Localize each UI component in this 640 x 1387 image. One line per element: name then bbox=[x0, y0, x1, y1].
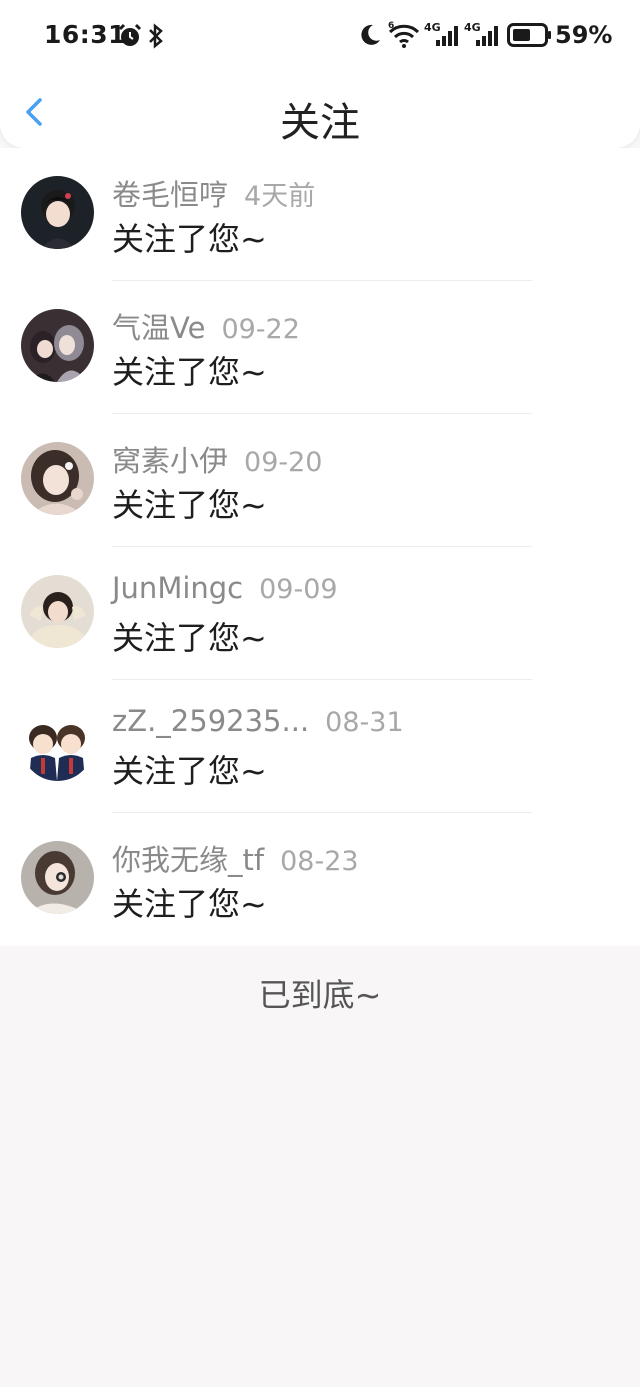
signal-4g-icon: 4G bbox=[424, 21, 458, 46]
list-item[interactable]: JunMingc 09-09 关注了您~ bbox=[0, 547, 640, 680]
notification-list: 卷毛恒哼 4天前 关注了您~ 气温Ve 09-22 关注了您~ 窝素小伊 09-… bbox=[0, 148, 640, 946]
battery-percent: 59% bbox=[555, 21, 613, 49]
avatar[interactable] bbox=[21, 575, 94, 648]
avatar[interactable] bbox=[21, 309, 94, 382]
list-item[interactable]: 窝素小伊 09-20 关注了您~ bbox=[0, 414, 640, 547]
list-item[interactable]: 你我无缘_tf 08-23 关注了您~ bbox=[0, 813, 640, 946]
timestamp: 08-31 bbox=[325, 707, 404, 738]
timestamp: 09-09 bbox=[259, 574, 338, 605]
wifi-label: 6 bbox=[388, 21, 394, 31]
list-item[interactable]: zZ._259235... 08-31 关注了您~ bbox=[0, 680, 640, 813]
timestamp: 4天前 bbox=[244, 181, 316, 212]
username[interactable]: 窝素小伊 bbox=[112, 444, 228, 478]
top-nav-bar: 关注 bbox=[0, 70, 640, 148]
signal-4g-icon: 4G bbox=[464, 21, 498, 46]
signal-label: 4G bbox=[424, 21, 441, 34]
end-of-list-text: 已到底~ bbox=[258, 976, 382, 1014]
status-bar: 16:31 6 4G 4G 59% bbox=[0, 0, 640, 70]
notification-message: 关注了您~ bbox=[112, 353, 267, 391]
wifi-icon: 6 bbox=[388, 21, 420, 48]
notification-message: 关注了您~ bbox=[112, 220, 267, 258]
avatar[interactable] bbox=[21, 708, 94, 781]
notification-message: 关注了您~ bbox=[112, 486, 267, 524]
notification-message: 关注了您~ bbox=[112, 752, 267, 790]
username[interactable]: zZ._259235... bbox=[112, 704, 309, 738]
notifications-page: 16:31 6 4G 4G 59% 关注 卷毛恒哼 4天前 关注了您~ 气温Ve… bbox=[0, 0, 640, 1387]
notification-message: 关注了您~ bbox=[112, 885, 267, 923]
avatar[interactable] bbox=[21, 176, 94, 249]
avatar[interactable] bbox=[21, 442, 94, 515]
page-title: 关注 bbox=[280, 100, 360, 146]
username[interactable]: 卷毛恒哼 bbox=[112, 178, 228, 212]
moon-icon bbox=[361, 24, 380, 45]
avatar[interactable] bbox=[21, 841, 94, 914]
battery-icon bbox=[507, 23, 551, 47]
username[interactable]: 气温Ve bbox=[112, 311, 205, 345]
timestamp: 09-20 bbox=[244, 447, 323, 478]
username[interactable]: JunMingc bbox=[112, 571, 243, 605]
list-item[interactable]: 气温Ve 09-22 关注了您~ bbox=[0, 281, 640, 414]
signal-label: 4G bbox=[464, 21, 481, 34]
timestamp: 08-23 bbox=[280, 846, 359, 877]
username[interactable]: 你我无缘_tf bbox=[112, 843, 264, 877]
alarm-icon bbox=[118, 23, 142, 46]
timestamp: 09-22 bbox=[221, 314, 300, 345]
list-item[interactable]: 卷毛恒哼 4天前 关注了您~ bbox=[0, 148, 640, 281]
status-time: 16:31 bbox=[44, 20, 127, 49]
bluetooth-icon bbox=[149, 23, 163, 49]
notification-message: 关注了您~ bbox=[112, 619, 267, 657]
